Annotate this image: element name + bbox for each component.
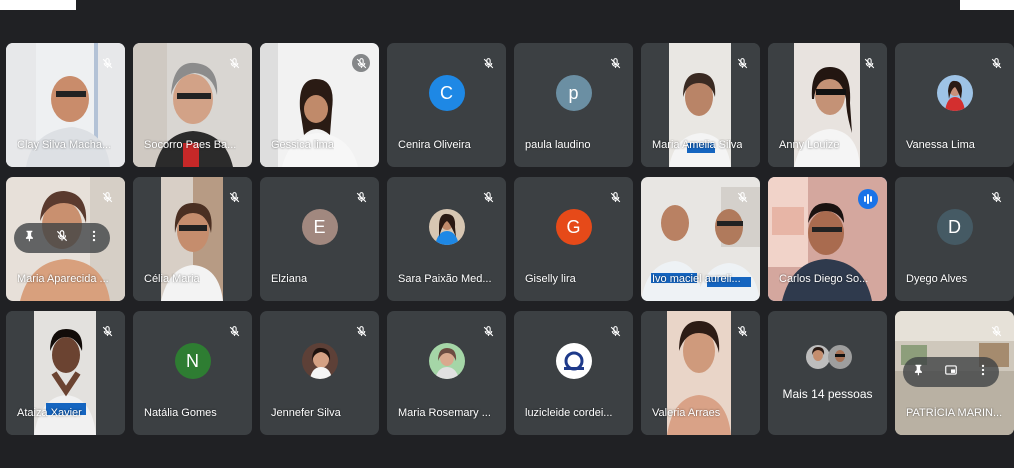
mic-off-icon xyxy=(606,54,624,72)
participant-avatar: D xyxy=(936,209,973,245)
tile-hover-controls xyxy=(903,357,999,387)
participant-name: Natália Gomes xyxy=(144,407,217,419)
participant-name: Carlos Diego So... xyxy=(779,273,869,285)
bottom-bar xyxy=(0,448,1014,468)
mic-off-icon xyxy=(479,188,497,206)
participant-avatar xyxy=(828,345,852,369)
screen-edge-right xyxy=(960,0,1014,10)
screen-edge-left xyxy=(0,0,76,10)
participant-avatar xyxy=(555,343,592,379)
mic-off-icon xyxy=(987,322,1005,340)
participant-name: Valeria Arraes xyxy=(652,407,721,419)
mic-off-icon xyxy=(225,322,243,340)
participant-tile[interactable]: Anny Louize xyxy=(768,43,887,167)
more-participants-label: Mais 14 pessoas xyxy=(782,387,873,401)
participant-tile[interactable]: Gessica lima xyxy=(260,43,379,167)
participant-name: Maria Rosemary ... xyxy=(398,407,491,419)
mic-off-icon xyxy=(987,188,1005,206)
participant-tile[interactable]: Célia Maria xyxy=(133,177,252,301)
participant-name: Jennefer Silva xyxy=(271,407,341,419)
participant-tile[interactable]: Maria Rosemary ... xyxy=(387,311,506,435)
participant-avatar xyxy=(428,343,465,379)
pin-icon[interactable] xyxy=(912,363,926,382)
pin-icon[interactable] xyxy=(23,229,37,248)
more-participants-tile[interactable]: Mais 14 pessoas xyxy=(768,311,887,435)
participant-name: Giselly lira xyxy=(525,273,576,285)
mic-off-icon xyxy=(225,188,243,206)
participant-tile[interactable]: p paula laudino xyxy=(514,43,633,167)
mic-off-icon xyxy=(352,188,370,206)
mic-off-icon xyxy=(225,54,243,72)
participant-avatar: N xyxy=(174,343,211,379)
participant-tile[interactable]: Ataiza Xavier xyxy=(6,311,125,435)
participant-tile[interactable]: Maria Amelia Silva xyxy=(641,43,760,167)
participant-name: Clay Silva Macha... xyxy=(17,139,112,151)
participant-name: Célia Maria xyxy=(144,273,200,285)
picture-in-picture-icon[interactable] xyxy=(944,363,958,382)
participant-name: Maria Aparecida ... xyxy=(17,273,109,285)
participant-name: paula laudino xyxy=(525,139,591,151)
participant-name: Dyego Alves xyxy=(906,273,968,285)
audio-level-icon xyxy=(858,189,878,209)
mic-off-icon xyxy=(479,322,497,340)
participant-name: PATRÍCIA MARIN... xyxy=(906,407,1003,419)
participant-avatar xyxy=(428,209,465,245)
mic-off-icon xyxy=(352,54,370,72)
participant-avatar: C xyxy=(428,75,465,111)
more-vert-icon[interactable] xyxy=(976,363,990,382)
mic-off-icon xyxy=(733,322,751,340)
participant-tile[interactable]: N Natália Gomes xyxy=(133,311,252,435)
mic-off-icon xyxy=(733,54,751,72)
participant-tile[interactable]: Clay Silva Macha... xyxy=(6,43,125,167)
participant-tile[interactable]: Jennefer Silva xyxy=(260,311,379,435)
participant-tile[interactable]: Sara Paixão Med... xyxy=(387,177,506,301)
mic-off-icon xyxy=(98,54,116,72)
participant-name: Vanessa Lima xyxy=(906,139,975,151)
participant-tile[interactable]: Maria Aparecida ... xyxy=(6,177,125,301)
mic-off-icon xyxy=(606,322,624,340)
mic-off-icon xyxy=(98,188,116,206)
participant-tile[interactable]: PATRÍCIA MARIN... xyxy=(895,311,1014,435)
participant-name: Anny Louize xyxy=(779,139,840,151)
top-bar xyxy=(0,0,1014,10)
participant-tile[interactable]: Vanessa Lima xyxy=(895,43,1014,167)
participant-avatar xyxy=(936,75,973,111)
participant-tile[interactable]: Ivo maciel aureli... xyxy=(641,177,760,301)
mic-off-icon xyxy=(987,54,1005,72)
mic-off-icon xyxy=(98,322,116,340)
mic-off-icon xyxy=(606,188,624,206)
mic-off-icon xyxy=(733,188,751,206)
participant-name: Ataiza Xavier xyxy=(17,407,82,419)
participant-name: Gessica lima xyxy=(271,139,334,151)
participant-tile[interactable]: G Giselly lira xyxy=(514,177,633,301)
participant-name: Socorro Paes Ba... xyxy=(144,139,237,151)
participant-name: Ivo maciel aureli... xyxy=(652,273,741,285)
participant-tile[interactable]: C Cenira Oliveira xyxy=(387,43,506,167)
mic-off-icon xyxy=(860,54,878,72)
participant-tile[interactable]: D Dyego Alves xyxy=(895,177,1014,301)
participant-tile[interactable]: luzicleide cordei... xyxy=(514,311,633,435)
participant-avatar xyxy=(806,345,830,369)
participant-tile-active[interactable]: Carlos Diego So... xyxy=(768,177,887,301)
more-vert-icon[interactable] xyxy=(87,229,101,248)
mic-off-icon xyxy=(479,54,497,72)
participant-tile[interactable]: Socorro Paes Ba... xyxy=(133,43,252,167)
participant-tile[interactable]: Valeria Arraes xyxy=(641,311,760,435)
mic-off-icon[interactable] xyxy=(55,229,69,248)
mic-off-icon xyxy=(352,322,370,340)
tile-hover-controls xyxy=(14,223,110,253)
participant-grid: Clay Silva Macha... Socorro Paes Ba... G… xyxy=(6,43,1014,435)
participant-avatar: G xyxy=(555,209,592,245)
participant-tile[interactable]: E Elziana xyxy=(260,177,379,301)
participant-avatar xyxy=(301,343,338,379)
participant-name: Elziana xyxy=(271,273,308,285)
participant-avatar: p xyxy=(555,75,592,111)
participant-name: Maria Amelia Silva xyxy=(652,139,743,151)
participant-name: Sara Paixão Med... xyxy=(398,273,492,285)
participant-name: Cenira Oliveira xyxy=(398,139,471,151)
participant-name: luzicleide cordei... xyxy=(525,407,613,419)
participant-avatar: E xyxy=(301,209,338,245)
